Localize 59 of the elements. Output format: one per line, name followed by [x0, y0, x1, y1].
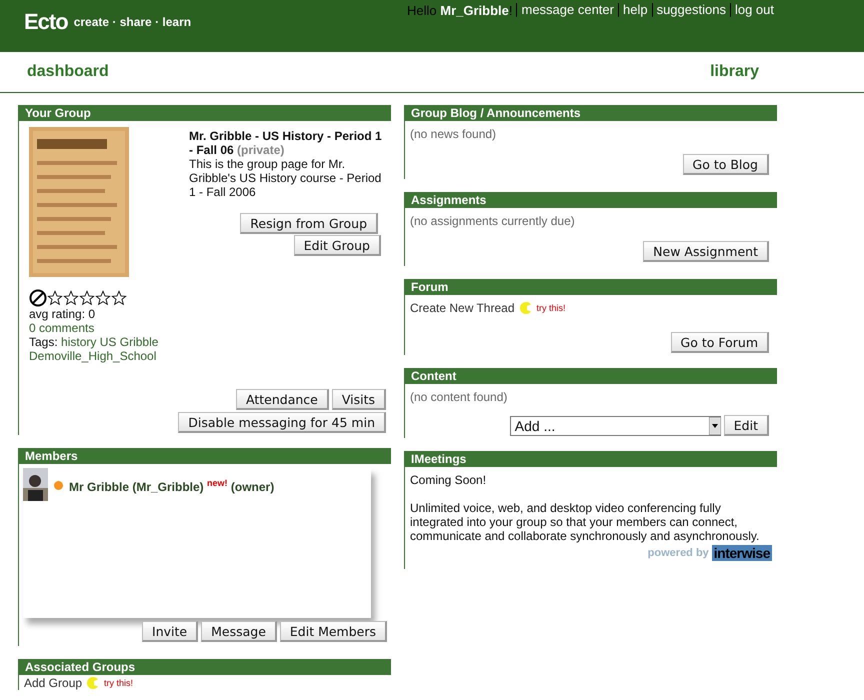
header-link[interactable]: suggestions [652, 3, 730, 17]
header-link[interactable]: log out [730, 3, 778, 17]
star-icon[interactable] [47, 290, 63, 306]
header-link[interactable]: help [618, 3, 652, 17]
member-action-button[interactable]: Invite [142, 621, 198, 642]
panel-header: IMeetings [405, 451, 777, 467]
star-icon[interactable] [63, 290, 79, 306]
comments-link[interactable]: 0 comments [29, 321, 179, 335]
empty-message: (no assignments currently due) [410, 214, 576, 228]
resign-button[interactable]: Resign from Group [240, 213, 378, 234]
panel-header: Group Blog / Announcements [405, 105, 777, 121]
tag-link[interactable]: history [61, 335, 96, 349]
panel-header: Content [405, 368, 777, 384]
panel-header: Assignments [405, 192, 777, 208]
logo[interactable]: Ecto [24, 9, 68, 35]
create-thread-link[interactable]: Create New Thread [410, 301, 514, 315]
no-rating-icon[interactable] [29, 289, 47, 307]
panel-header: Your Group [19, 105, 391, 121]
group-action-button[interactable]: Disable messaging for 45 min [178, 412, 386, 433]
member-name[interactable]: Mr Gribble (Mr_Gribble) $^{new!}$ (owner) [69, 478, 274, 494]
empty-message: (no news found) [410, 127, 498, 141]
header-link[interactable]: message center [516, 3, 618, 17]
avg-rating: avg rating: 0 [29, 307, 96, 321]
star-icon[interactable] [79, 290, 95, 306]
imeetings-description: Unlimited voice, web, and desktop video conferencing fully integrated into your group so that your members can connect, communicate and collaborate synchronously and asynchronously. [410, 501, 760, 543]
rating-stars[interactable] [47, 290, 127, 306]
add-group-link[interactable]: Add Group [24, 676, 82, 690]
edit-button[interactable]: Edit [724, 415, 769, 436]
add-select[interactable]: Add ... [510, 416, 721, 436]
empty-message: (no content found) [410, 390, 508, 404]
hint-label: try this! [104, 678, 134, 688]
panel-header: Members [19, 448, 391, 464]
group-action-button[interactable]: Attendance [236, 389, 329, 410]
tag-link[interactable]: US [100, 335, 116, 349]
panel-button[interactable]: New Assignment [643, 241, 769, 262]
forum-button[interactable]: Go to Forum [670, 332, 769, 353]
panel-header: Associated Groups [19, 659, 391, 675]
dropdown-arrow-icon[interactable] [708, 416, 721, 434]
star-icon[interactable] [95, 290, 111, 306]
nav-link[interactable]: library [710, 63, 759, 81]
brand-logo[interactable]: interwise [712, 545, 772, 561]
panel-button[interactable]: Go to Blog [682, 154, 769, 175]
group-action-button[interactable]: Visits [332, 389, 386, 410]
edit-group-button[interactable]: Edit Group [294, 235, 381, 256]
star-icon[interactable] [111, 290, 127, 306]
status-text: Coming Soon! [410, 473, 488, 487]
member-action-button[interactable]: Message [201, 621, 277, 642]
tagline: create · share · learn [74, 15, 192, 29]
tag-link[interactable]: Demoville_High_School [29, 349, 156, 363]
hint-label: try this! [536, 303, 566, 313]
greeting: Hello Mr_Gribble! [406, 3, 514, 18]
nav-link[interactable]: dashboard [27, 63, 109, 81]
group-title: Mr. Gribble - US History - Period 1 - Fall 06 (private) [189, 128, 383, 157]
group-description: This is the group page for Mr. Gribble's US History course - Period 1 - Fall 2006 [189, 157, 382, 199]
tag-link[interactable]: Gribble [120, 335, 158, 349]
member-action-button[interactable]: Edit Members [280, 621, 387, 642]
powered-by-label: powered by [648, 547, 709, 559]
tags-label: Tags: [29, 335, 58, 349]
panel-header: Forum [405, 279, 777, 295]
